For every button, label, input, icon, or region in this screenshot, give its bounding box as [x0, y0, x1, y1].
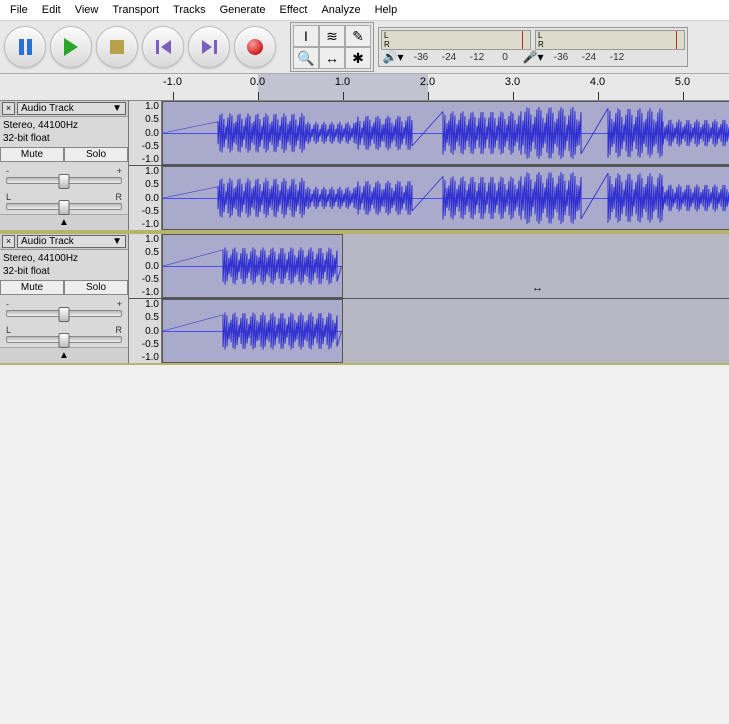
- waveform-channel[interactable]: 1.00.50.0-0.5-1.0: [129, 166, 729, 230]
- meter-l-label: L: [538, 31, 684, 40]
- audio-track: ×Audio Track▼ Stereo, 44100Hz32-bit float…: [0, 232, 729, 365]
- draw-tool[interactable]: ✎: [345, 25, 371, 47]
- waveform-channel[interactable]: 1.00.50.0-0.5-1.0 ↔: [129, 234, 729, 299]
- timeshift-cursor-icon: ↔: [532, 282, 543, 294]
- pan-slider[interactable]: LR: [0, 321, 128, 347]
- track-format-label: Stereo, 44100Hz32-bit float: [0, 117, 128, 147]
- skip-end-icon: [202, 40, 217, 54]
- meter-l-label: L: [384, 31, 530, 40]
- menu-analyze[interactable]: Analyze: [315, 2, 366, 18]
- menu-transport[interactable]: Transport: [106, 2, 165, 18]
- envelope-tool[interactable]: ≋: [319, 25, 345, 47]
- play-button[interactable]: [50, 26, 92, 68]
- menu-view[interactable]: View: [69, 2, 105, 18]
- amplitude-scale: 1.00.50.0-0.5-1.0: [129, 234, 162, 298]
- menu-effect[interactable]: Effect: [274, 2, 314, 18]
- waveform-channel[interactable]: 1.00.50.0-0.5-1.0: [129, 101, 729, 166]
- amplitude-scale: 1.00.50.0-0.5-1.0: [129, 299, 162, 363]
- skip-start-button[interactable]: [142, 26, 184, 68]
- track-dropdown[interactable]: Audio Track▼: [17, 102, 126, 115]
- track-close-button[interactable]: ×: [2, 235, 15, 248]
- menu-tracks[interactable]: Tracks: [167, 2, 212, 18]
- amplitude-scale: 1.00.50.0-0.5-1.0: [129, 166, 162, 230]
- pan-slider[interactable]: LR: [0, 188, 128, 214]
- mute-button[interactable]: Mute: [0, 147, 64, 162]
- track-dropdown[interactable]: Audio Track▼: [17, 235, 126, 248]
- record-button[interactable]: [234, 26, 276, 68]
- track-control-panel: ×Audio Track▼ Stereo, 44100Hz32-bit float…: [0, 234, 129, 363]
- pause-button[interactable]: [4, 26, 46, 68]
- selection-tool[interactable]: I: [293, 25, 319, 47]
- zoom-tool[interactable]: 🔍: [293, 47, 319, 69]
- chevron-down-icon: ▼: [112, 103, 122, 114]
- track-collapse-button[interactable]: ▲: [0, 214, 128, 230]
- skip-end-button[interactable]: [188, 26, 230, 68]
- record-icon: [247, 39, 263, 55]
- track-format-label: Stereo, 44100Hz32-bit float: [0, 250, 128, 280]
- pause-icon: [19, 39, 32, 55]
- track-control-panel: ×Audio Track▼ Stereo, 44100Hz32-bit float…: [0, 101, 129, 230]
- playback-meter-scale: -36-24-120: [409, 52, 517, 63]
- mute-button[interactable]: Mute: [0, 280, 64, 295]
- menu-bar: File Edit View Transport Tracks Generate…: [0, 0, 729, 21]
- stop-button[interactable]: [96, 26, 138, 68]
- stop-icon: [110, 40, 124, 54]
- record-meter-scale: -36-24-12: [549, 52, 629, 63]
- multi-tool[interactable]: ✱: [345, 47, 371, 69]
- track-collapse-button[interactable]: ▲: [0, 347, 128, 363]
- menu-help[interactable]: Help: [369, 2, 404, 18]
- solo-button[interactable]: Solo: [64, 280, 128, 295]
- meter-toolbar: L R L R 🔊▾ -36-24-120 🎤▾ -36-24-12: [378, 27, 688, 67]
- gain-slider[interactable]: -+: [0, 162, 128, 188]
- speaker-icon[interactable]: 🔊▾: [381, 50, 405, 64]
- menu-generate[interactable]: Generate: [214, 2, 272, 18]
- audio-track: ×Audio Track▼ Stereo, 44100Hz32-bit float…: [0, 101, 729, 232]
- mic-icon[interactable]: 🎤▾: [521, 50, 545, 64]
- timeline-ruler[interactable]: -1.00.01.02.03.04.05.06.0: [0, 74, 729, 101]
- menu-file[interactable]: File: [4, 2, 34, 18]
- chevron-down-icon: ▼: [112, 236, 122, 247]
- tools-toolbar: I ≋ ✎ 🔍 ↔ ✱: [290, 22, 374, 72]
- transport-toolbar: I ≋ ✎ 🔍 ↔ ✱ L R L R 🔊▾ -36-24-120: [0, 21, 729, 74]
- play-icon: [64, 38, 78, 56]
- skip-start-icon: [156, 40, 171, 54]
- meter-r-label: R: [538, 40, 684, 49]
- record-meter[interactable]: L R: [535, 30, 685, 50]
- waveform-channel[interactable]: 1.00.50.0-0.5-1.0: [129, 299, 729, 363]
- solo-button[interactable]: Solo: [64, 147, 128, 162]
- timeshift-tool[interactable]: ↔: [319, 47, 345, 69]
- gain-slider[interactable]: -+: [0, 295, 128, 321]
- meter-r-label: R: [384, 40, 530, 49]
- amplitude-scale: 1.00.50.0-0.5-1.0: [129, 101, 162, 165]
- menu-edit[interactable]: Edit: [36, 2, 67, 18]
- track-close-button[interactable]: ×: [2, 102, 15, 115]
- playback-meter[interactable]: L R: [381, 30, 531, 50]
